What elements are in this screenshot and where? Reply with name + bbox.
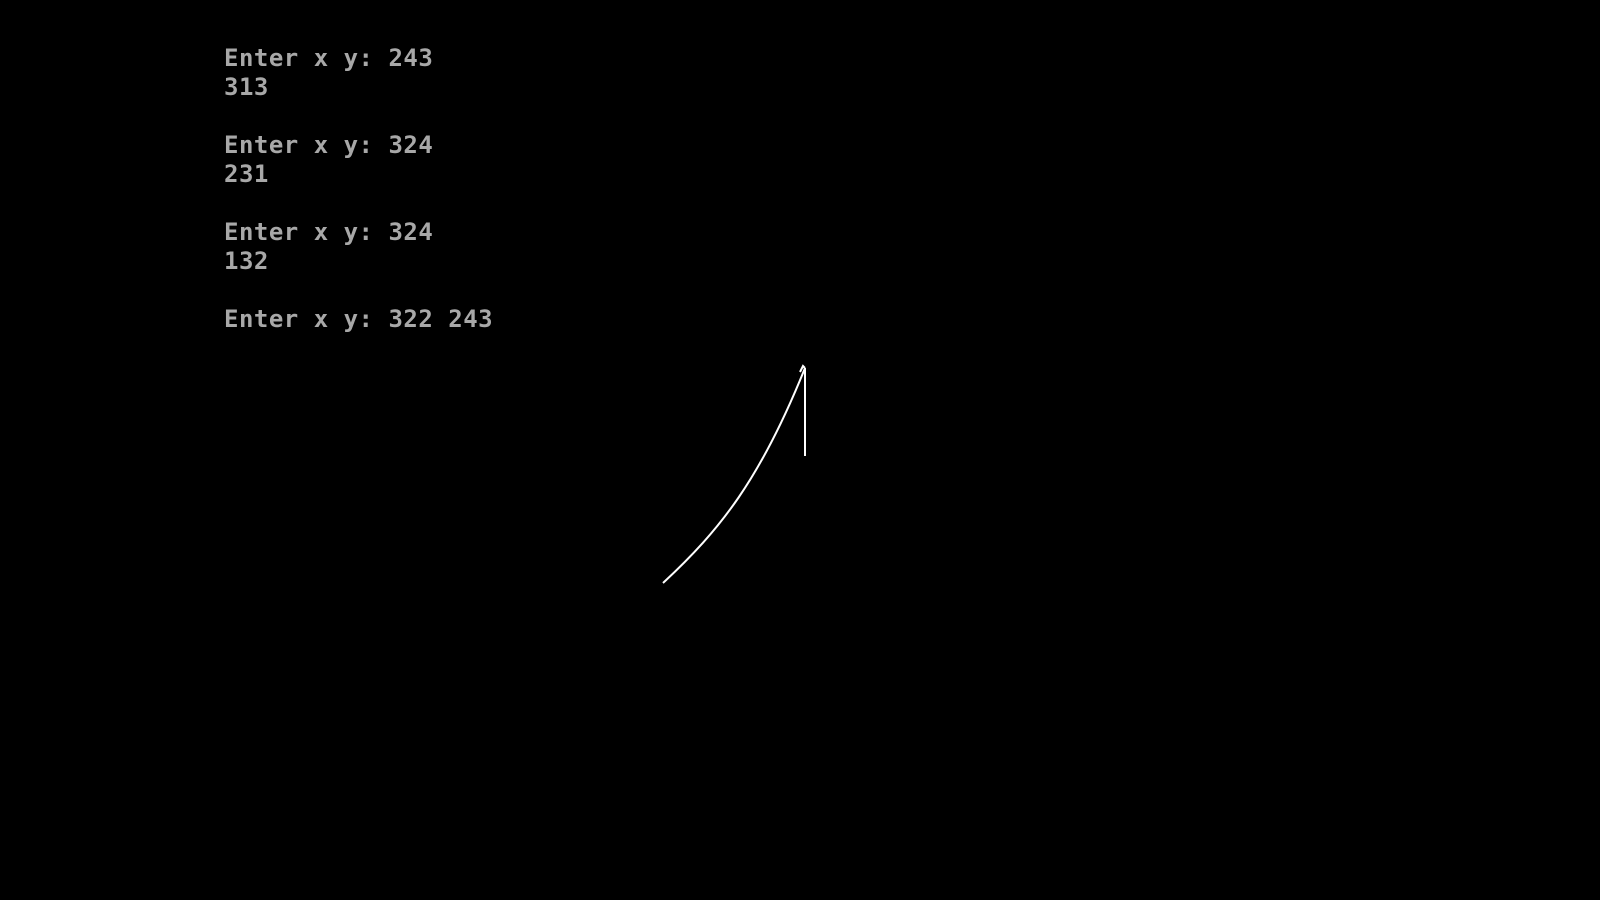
graphics-screen: Enter x y: 243 313 Enter x y: 324 231 En…: [0, 0, 1600, 900]
bezier-curve: [662, 367, 806, 584]
drawing-canvas: [662, 364, 806, 584]
